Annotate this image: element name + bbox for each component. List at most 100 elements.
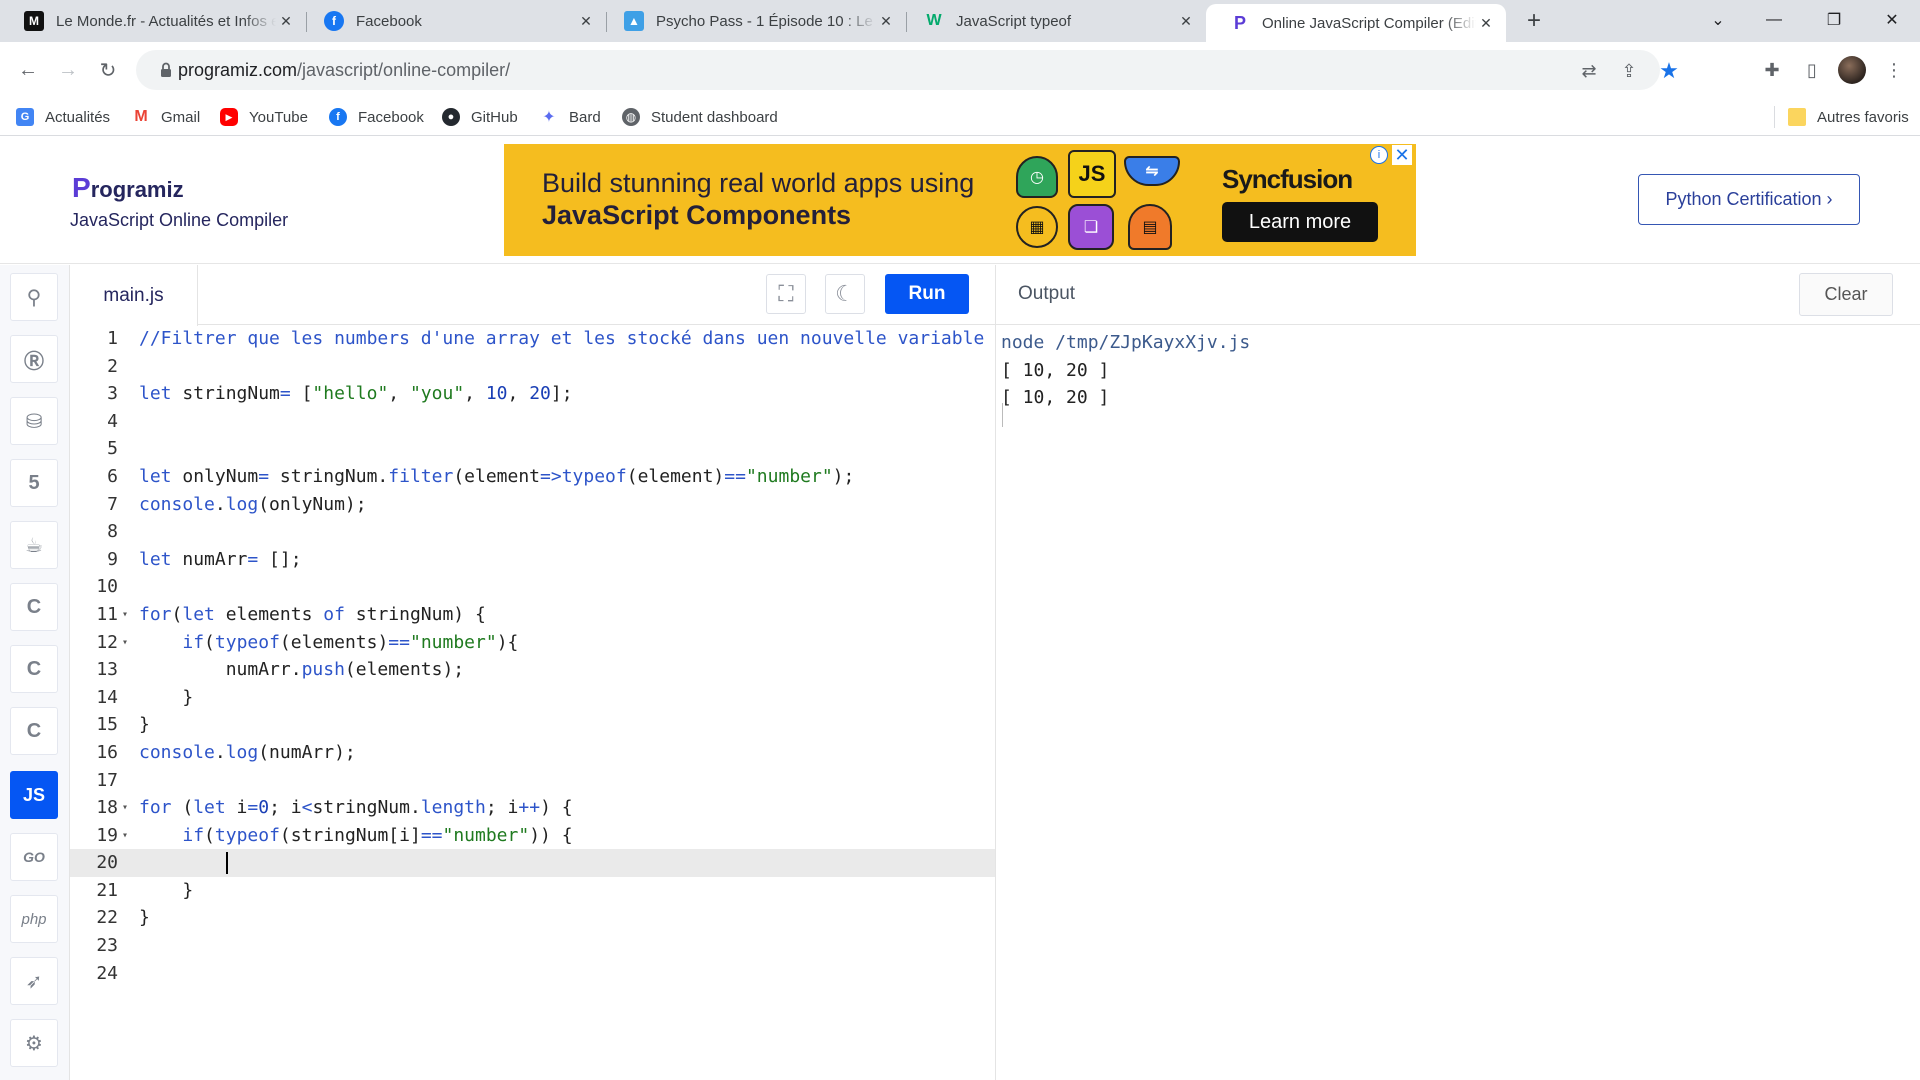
restore-icon[interactable]: ❐ [1806, 0, 1862, 40]
learn-more-button[interactable]: Learn more [1222, 202, 1378, 242]
html5-icon[interactable]: 5 [10, 459, 58, 507]
bookmark-bard[interactable]: ✦ Bard [540, 106, 600, 128]
tab-le-monde[interactable]: M Le Monde.fr - Actualités et Infos en F… [0, 0, 306, 42]
clear-button[interactable]: Clear [1799, 273, 1893, 316]
code-line[interactable]: 12 ▾ if(typeof(elements)=="number"){ [70, 629, 995, 657]
code-line[interactable]: 24 [70, 960, 995, 988]
bard-icon: ✦ [542, 109, 556, 126]
file-tab-main-js[interactable]: main.js [70, 265, 198, 326]
code-line[interactable]: 23 [70, 932, 995, 960]
extensions-puzzle-icon[interactable]: ✚ [1756, 54, 1788, 86]
tab-search-chevron-icon[interactable]: ⌄ [1690, 0, 1746, 40]
share-icon[interactable]: ⇪ [1616, 58, 1642, 84]
code-line[interactable]: 17 [70, 767, 995, 795]
ad-banner[interactable]: Build stunning real world apps using Jav… [504, 144, 1416, 256]
line-number: 21 [96, 879, 118, 901]
code-line[interactable]: 6 let onlyNum= stringNum.filter(element=>… [70, 463, 995, 491]
fold-chevron-icon[interactable]: ▾ [122, 601, 128, 629]
bookmark-label: Gmail [161, 108, 201, 126]
code-line[interactable]: 15} [70, 711, 995, 739]
tab-title: Facebook [356, 12, 422, 30]
tab-close-icon[interactable]: ✕ [876, 11, 896, 31]
code-line[interactable]: 1 //Filtrer que les numbers d'une array e… [70, 325, 995, 353]
python-certification-button[interactable]: Python Certification › [1638, 174, 1860, 225]
more-menu-icon[interactable]: ⋮ [1878, 54, 1910, 86]
fullscreen-icon[interactable]: ⛶ [766, 274, 806, 314]
bookmark-youtube[interactable]: ▶ YouTube [220, 106, 308, 128]
other-bookmarks-folder[interactable]: Autres favoris [1788, 106, 1909, 128]
code-line[interactable]: 9 let numArr= []; [70, 546, 995, 574]
python-language-icon[interactable]: ⚲ [10, 273, 58, 321]
swift-language-icon[interactable]: ➶ [10, 957, 58, 1005]
output-caret [1002, 403, 1003, 427]
tab-close-icon[interactable]: ✕ [276, 11, 296, 31]
programiz-logo[interactable]: Programiz [72, 172, 184, 204]
code-line[interactable]: 22} [70, 904, 995, 932]
php-language-icon[interactable]: php [10, 895, 58, 943]
rust-language-icon[interactable]: ⚙ [10, 1019, 58, 1067]
line-number: 16 [96, 741, 118, 763]
code-line[interactable]: 11 ▾ for(let elements of stringNum) { [70, 601, 995, 629]
code-area[interactable]: 1 //Filtrer que les numbers d'une array e… [70, 325, 995, 987]
csharp-language-icon[interactable]: C [10, 707, 58, 755]
go-language-icon[interactable]: GO [10, 833, 58, 881]
tab-close-icon[interactable]: ✕ [576, 11, 596, 31]
cpp-language-icon[interactable]: C [10, 645, 58, 693]
code-line[interactable]: 10 [70, 573, 995, 601]
java-icon[interactable]: ☕ [10, 521, 58, 569]
new-tab-plus-icon[interactable]: + [1519, 6, 1549, 36]
facebook-icon: f [329, 108, 347, 126]
code-line[interactable]: 4 [70, 408, 995, 436]
ad-info-icon[interactable]: i [1370, 146, 1388, 164]
url-text[interactable]: programiz.com/javascript/online-compiler… [178, 60, 510, 81]
run-button[interactable]: Run [885, 274, 969, 314]
site-header: Programiz JavaScript Online Compiler Bui… [0, 136, 1920, 264]
bookmark-github[interactable]: ● GitHub [442, 106, 518, 128]
r-language-icon[interactable]: Ⓡ [10, 335, 58, 383]
code-line[interactable]: 14 } [70, 684, 995, 712]
code-line[interactable]: 3 let stringNum= ["hello", "you", 10, 20]… [70, 380, 995, 408]
w3schools-favicon: W [926, 12, 942, 29]
address-bar[interactable]: programiz.com/javascript/online-compiler… [136, 50, 1679, 90]
bookmark-gmail[interactable]: M Gmail [132, 106, 200, 128]
translate-icon[interactable]: ⇄ [1576, 58, 1602, 84]
bookmark-star-icon[interactable]: ★ [1656, 58, 1682, 84]
tab-online-js-compiler[interactable]: P Online JavaScript Compiler (Editor) ✕ [1206, 4, 1506, 42]
minimize-icon[interactable]: — [1746, 0, 1802, 40]
tab-facebook[interactable]: f Facebook ✕ [300, 0, 606, 42]
ad-close-icon[interactable]: ✕ [1392, 145, 1412, 165]
bookmark-student-dashboard[interactable]: ◍ Student dashboard [622, 106, 778, 128]
reload-icon[interactable]: ↻ [90, 52, 126, 88]
javascript-language-icon[interactable]: JS [10, 771, 58, 819]
tab-close-icon[interactable]: ✕ [1176, 11, 1196, 31]
bookmark-actualites[interactable]: G Actualités [16, 106, 110, 128]
bookmark-facebook[interactable]: f Facebook [329, 106, 424, 128]
tab-javascript-typeof[interactable]: W JavaScript typeof ✕ [900, 0, 1206, 42]
tab-close-icon[interactable]: ✕ [1476, 13, 1496, 33]
code-line[interactable]: 19 ▾ if(typeof(stringNum[i]=="number")) { [70, 822, 995, 850]
c-language-icon[interactable]: C [10, 583, 58, 631]
code-line[interactable]: 16 console.log(numArr); [70, 739, 995, 767]
fold-chevron-icon[interactable]: ▾ [122, 822, 128, 850]
back-arrow-icon[interactable]: ← [10, 52, 46, 88]
code-line[interactable]: 18 ▾ for (let i=0; i<stringNum.length; i++… [70, 794, 995, 822]
code-line[interactable]: 21 } [70, 877, 995, 905]
code-line[interactable]: 8 [70, 518, 995, 546]
output-console[interactable]: node /tmp/ZJpKayxXjv.js [ 10, 20 ] [ 10,… [1001, 329, 1250, 412]
close-window-icon[interactable]: ✕ [1864, 0, 1920, 40]
code-line[interactable]: 7 console.log(onlyNum); [70, 491, 995, 519]
line-number: 2 [107, 355, 118, 377]
sql-database-icon[interactable]: ⛁ [10, 397, 58, 445]
fold-chevron-icon[interactable]: ▾ [122, 794, 128, 822]
code-line[interactable]: 2 [70, 353, 995, 381]
table-icon: ▦ [1016, 206, 1058, 248]
tab-psycho-pass[interactable]: ▲ Psycho Pass - 1 Épisode 10 : Le jeu ✕ [600, 0, 906, 42]
forward-arrow-icon[interactable]: → [50, 52, 86, 88]
side-panel-icon[interactable]: ▯ [1796, 54, 1828, 86]
dark-mode-moon-icon[interactable]: ☾ [825, 274, 865, 314]
code-line[interactable]: 20 [70, 849, 995, 877]
code-line[interactable]: 13 numArr.push(elements); [70, 656, 995, 684]
code-line[interactable]: 5 [70, 435, 995, 463]
fold-chevron-icon[interactable]: ▾ [122, 629, 128, 657]
profile-avatar[interactable] [1838, 56, 1866, 84]
